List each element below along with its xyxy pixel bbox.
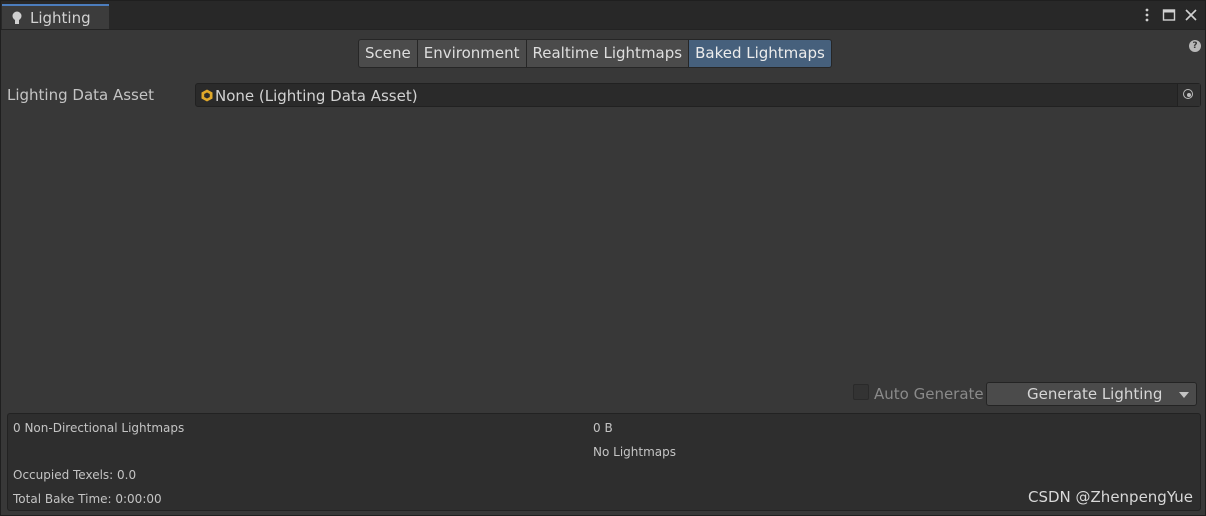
tab-environment[interactable]: Environment <box>416 39 527 68</box>
tab-scene[interactable]: Scene <box>358 39 418 68</box>
auto-generate-label: Auto Generate <box>874 385 984 403</box>
watermark: CSDN @ZhenpengYue <box>1028 488 1194 506</box>
lighting-data-asset-label: Lighting Data Asset <box>7 86 154 104</box>
lighting-data-asset-value: None (Lighting Data Asset) <box>215 87 418 105</box>
lightbulb-icon <box>12 11 22 24</box>
window-tab-lighting[interactable]: Lighting <box>2 4 109 29</box>
kebab-menu-icon[interactable] <box>1139 7 1155 23</box>
window-titlebar: Lighting <box>1 1 1205 30</box>
total-bake-time: Total Bake Time: 0:00:00 <box>13 492 162 506</box>
occupied-texels: Occupied Texels: 0.0 <box>13 468 137 482</box>
maximize-icon[interactable] <box>1161 7 1177 23</box>
lightmap-stats-panel: 0 Non-Directional Lightmaps 0 B No Light… <box>7 413 1201 511</box>
dropdown-arrow-icon[interactable] <box>1179 392 1189 398</box>
lighting-data-asset-icon <box>201 89 213 102</box>
close-icon[interactable] <box>1183 7 1199 23</box>
lighting-data-asset-field[interactable]: None (Lighting Data Asset) <box>195 83 1201 107</box>
window-controls <box>1139 6 1199 24</box>
object-picker-button[interactable] <box>1177 84 1200 106</box>
auto-generate-checkbox[interactable] <box>853 384 869 400</box>
window-title: Lighting <box>30 9 91 27</box>
help-icon[interactable]: ? <box>1189 40 1201 52</box>
no-lightmaps-text: No Lightmaps <box>593 445 676 459</box>
lighting-tab-toolbar: Scene Environment Realtime Lightmaps Bak… <box>358 39 832 68</box>
generate-lighting-label: Generate Lighting <box>1027 385 1163 403</box>
auto-generate-toggle[interactable] <box>853 384 869 400</box>
tab-baked-lightmaps[interactable]: Baked Lightmaps <box>688 39 832 68</box>
lighting-window: Lighting ? Scene Environment Realtime Li… <box>0 0 1206 516</box>
generate-lighting-button[interactable]: Generate Lighting <box>986 382 1197 406</box>
lightmap-count: 0 Non-Directional Lightmaps <box>13 421 185 435</box>
lightmap-size: 0 B <box>593 421 613 435</box>
tab-realtime-lightmaps[interactable]: Realtime Lightmaps <box>525 39 690 68</box>
